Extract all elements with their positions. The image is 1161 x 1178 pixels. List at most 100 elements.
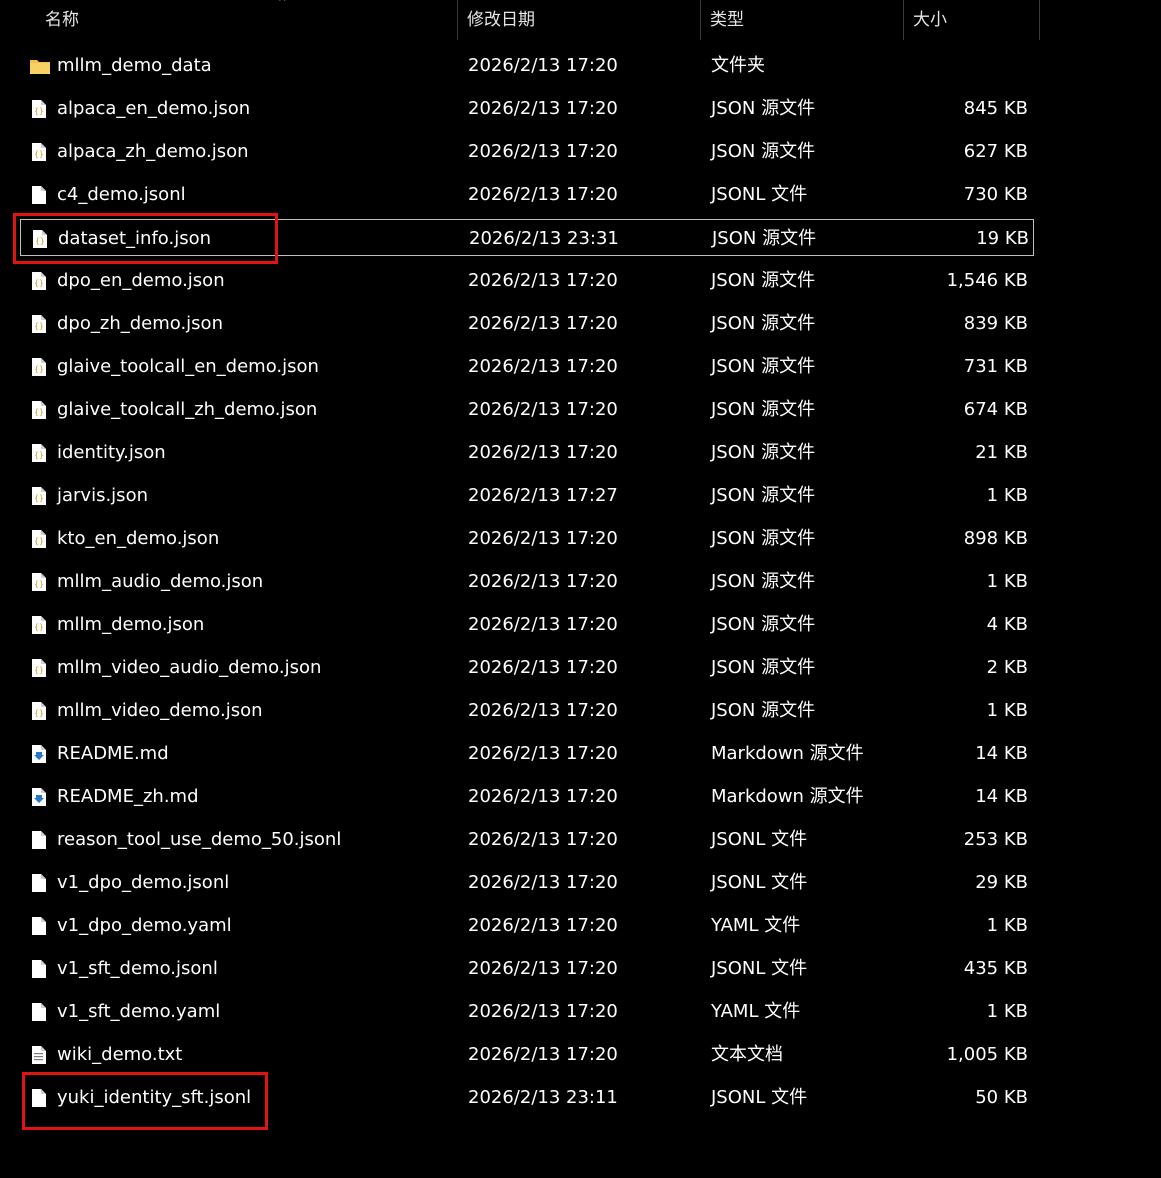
svg-text:{}: {}	[34, 150, 44, 159]
file-row[interactable]: {} mllm_demo.json 2026/2/13 17:20 JSON 源文件 4…	[20, 606, 1034, 643]
file-row[interactable]: c4_demo.jsonl 2026/2/13 17:20 JSONL 文件 730 …	[20, 176, 1034, 213]
file-size: 1 KB	[986, 915, 1028, 936]
file-icon	[29, 185, 49, 205]
column-header-name[interactable]: 名称 ^	[37, 0, 458, 40]
file-size: 1 KB	[986, 571, 1028, 592]
file-name: v1_sft_demo.jsonl	[57, 958, 218, 979]
file-name: alpaca_en_demo.json	[57, 98, 251, 119]
file-date-modified: 2026/2/13 17:20	[468, 743, 618, 764]
file-icon	[29, 1002, 49, 1022]
file-type: JSONL 文件	[711, 872, 808, 893]
file-name: mllm_video_audio_demo.json	[57, 657, 322, 678]
file-type: JSON 源文件	[711, 571, 816, 592]
file-row[interactable]: README.md 2026/2/13 17:20 Markdown 源文件 14 K…	[20, 735, 1034, 772]
file-row[interactable]: {} alpaca_en_demo.json 2026/2/13 17:20 JSON…	[20, 90, 1034, 127]
column-header-name-label: 名称	[45, 10, 79, 30]
file-type: Markdown 源文件	[711, 786, 864, 807]
file-row[interactable]: {} jarvis.json 2026/2/13 17:27 JSON 源文件 1 KB	[20, 477, 1034, 514]
file-row[interactable]: {} glaive_toolcall_zh_demo.json 2026/2/13 …	[20, 391, 1034, 428]
file-name: mllm_demo_data	[57, 55, 212, 76]
file-size: 845 KB	[963, 98, 1028, 119]
file-date-modified: 2026/2/13 23:31	[469, 228, 619, 249]
file-size: 19 KB	[976, 228, 1029, 249]
file-name: reason_tool_use_demo_50.jsonl	[57, 829, 342, 850]
json-file-icon: {}	[29, 529, 49, 549]
file-size: 839 KB	[963, 313, 1028, 334]
file-row[interactable]: {} dpo_zh_demo.json 2026/2/13 17:20 JSON 源文…	[20, 305, 1034, 342]
file-date-modified: 2026/2/13 17:20	[468, 1001, 618, 1022]
json-file-icon: {}	[29, 572, 49, 592]
file-row[interactable]: v1_dpo_demo.jsonl 2026/2/13 17:20 JSONL 文件…	[20, 864, 1034, 901]
file-row[interactable]: v1_dpo_demo.yaml 2026/2/13 17:20 YAML 文件 1 …	[20, 907, 1034, 944]
file-type: JSON 源文件	[711, 657, 816, 678]
column-header-type-label: 类型	[710, 10, 744, 30]
column-header-row: 名称 ^ 修改日期 类型 大小	[0, 0, 1161, 40]
file-date-modified: 2026/2/13 17:27	[468, 485, 618, 506]
file-row[interactable]: v1_sft_demo.jsonl 2026/2/13 17:20 JSONL 文件…	[20, 950, 1034, 987]
file-row[interactable]: v1_sft_demo.yaml 2026/2/13 17:20 YAML 文件 1 …	[20, 993, 1034, 1030]
file-date-modified: 2026/2/13 17:20	[468, 657, 618, 678]
file-date-modified: 2026/2/13 17:20	[468, 958, 618, 979]
file-name: glaive_toolcall_zh_demo.json	[57, 399, 318, 420]
file-icon	[29, 916, 49, 936]
file-name: c4_demo.jsonl	[57, 184, 186, 205]
svg-text:{}: {}	[34, 494, 44, 503]
file-size: 14 KB	[975, 786, 1028, 807]
file-row[interactable]: reason_tool_use_demo_50.jsonl 2026/2/13 1…	[20, 821, 1034, 858]
json-file-icon: {}	[29, 400, 49, 420]
file-type: JSONL 文件	[711, 1087, 808, 1108]
file-row[interactable]: {} kto_en_demo.json 2026/2/13 17:20 JSON 源文…	[20, 520, 1034, 557]
file-type: JSON 源文件	[711, 700, 816, 721]
file-name: README_zh.md	[57, 786, 199, 807]
file-row[interactable]: {} glaive_toolcall_en_demo.json 2026/2/13 …	[20, 348, 1034, 385]
file-size: 21 KB	[975, 442, 1028, 463]
file-size: 674 KB	[963, 399, 1028, 420]
column-header-size[interactable]: 大小	[905, 0, 1040, 40]
file-type: JSONL 文件	[711, 184, 808, 205]
file-name: dpo_zh_demo.json	[57, 313, 223, 334]
file-name: alpaca_zh_demo.json	[57, 141, 249, 162]
file-row[interactable]: mllm_demo_data 2026/2/13 17:20 文件夹	[20, 47, 1034, 84]
json-file-icon: {}	[29, 142, 49, 162]
file-date-modified: 2026/2/13 17:20	[468, 184, 618, 205]
svg-text:{}: {}	[34, 322, 44, 331]
annotation-highlight-box	[13, 213, 278, 264]
file-date-modified: 2026/2/13 17:20	[468, 614, 618, 635]
column-header-date-label: 修改日期	[467, 10, 535, 30]
file-type: JSON 源文件	[711, 270, 816, 291]
folder-icon	[29, 56, 50, 76]
column-header-date[interactable]: 修改日期	[459, 0, 701, 40]
file-size: 1 KB	[986, 700, 1028, 721]
file-row[interactable]: {} alpaca_zh_demo.json 2026/2/13 17:20 JSON…	[20, 133, 1034, 170]
file-date-modified: 2026/2/13 17:20	[468, 528, 618, 549]
svg-text:{}: {}	[34, 537, 44, 546]
file-row[interactable]: {} mllm_audio_demo.json 2026/2/13 17:20 JSO…	[20, 563, 1034, 600]
file-name: glaive_toolcall_en_demo.json	[57, 356, 319, 377]
file-row[interactable]: {} mllm_video_audio_demo.json 2026/2/13 17…	[20, 649, 1034, 686]
file-row[interactable]: {} mllm_video_demo.json 2026/2/13 17:20 JSO…	[20, 692, 1034, 729]
markdown-file-icon	[29, 744, 49, 764]
svg-text:{}: {}	[34, 709, 44, 718]
file-size	[900, 47, 1028, 84]
file-date-modified: 2026/2/13 17:20	[468, 700, 618, 721]
file-row[interactable]: {} dpo_en_demo.json 2026/2/13 17:20 JSON 源文…	[20, 262, 1034, 299]
svg-text:{}: {}	[34, 666, 44, 675]
file-date-modified: 2026/2/13 17:20	[468, 313, 618, 334]
file-date-modified: 2026/2/13 17:20	[468, 98, 618, 119]
file-date-modified: 2026/2/13 17:20	[468, 872, 618, 893]
file-row[interactable]: {} identity.json 2026/2/13 17:20 JSON 源文件 21…	[20, 434, 1034, 471]
file-date-modified: 2026/2/13 17:20	[468, 55, 618, 76]
file-type: 文件夹	[711, 55, 765, 76]
file-row[interactable]: wiki_demo.txt 2026/2/13 17:20 文本文档 1,005 KB	[20, 1036, 1034, 1073]
file-size: 1 KB	[986, 1001, 1028, 1022]
column-header-type[interactable]: 类型	[702, 0, 904, 40]
markdown-file-icon	[29, 787, 49, 807]
file-row[interactable]: README_zh.md 2026/2/13 17:20 Markdown 源文件 1…	[20, 778, 1034, 815]
file-type: JSON 源文件	[711, 356, 816, 377]
file-size: 435 KB	[963, 958, 1028, 979]
json-file-icon: {}	[29, 658, 49, 678]
json-file-icon: {}	[29, 99, 49, 119]
file-name: identity.json	[57, 442, 166, 463]
file-size: 898 KB	[963, 528, 1028, 549]
file-icon	[29, 959, 49, 979]
